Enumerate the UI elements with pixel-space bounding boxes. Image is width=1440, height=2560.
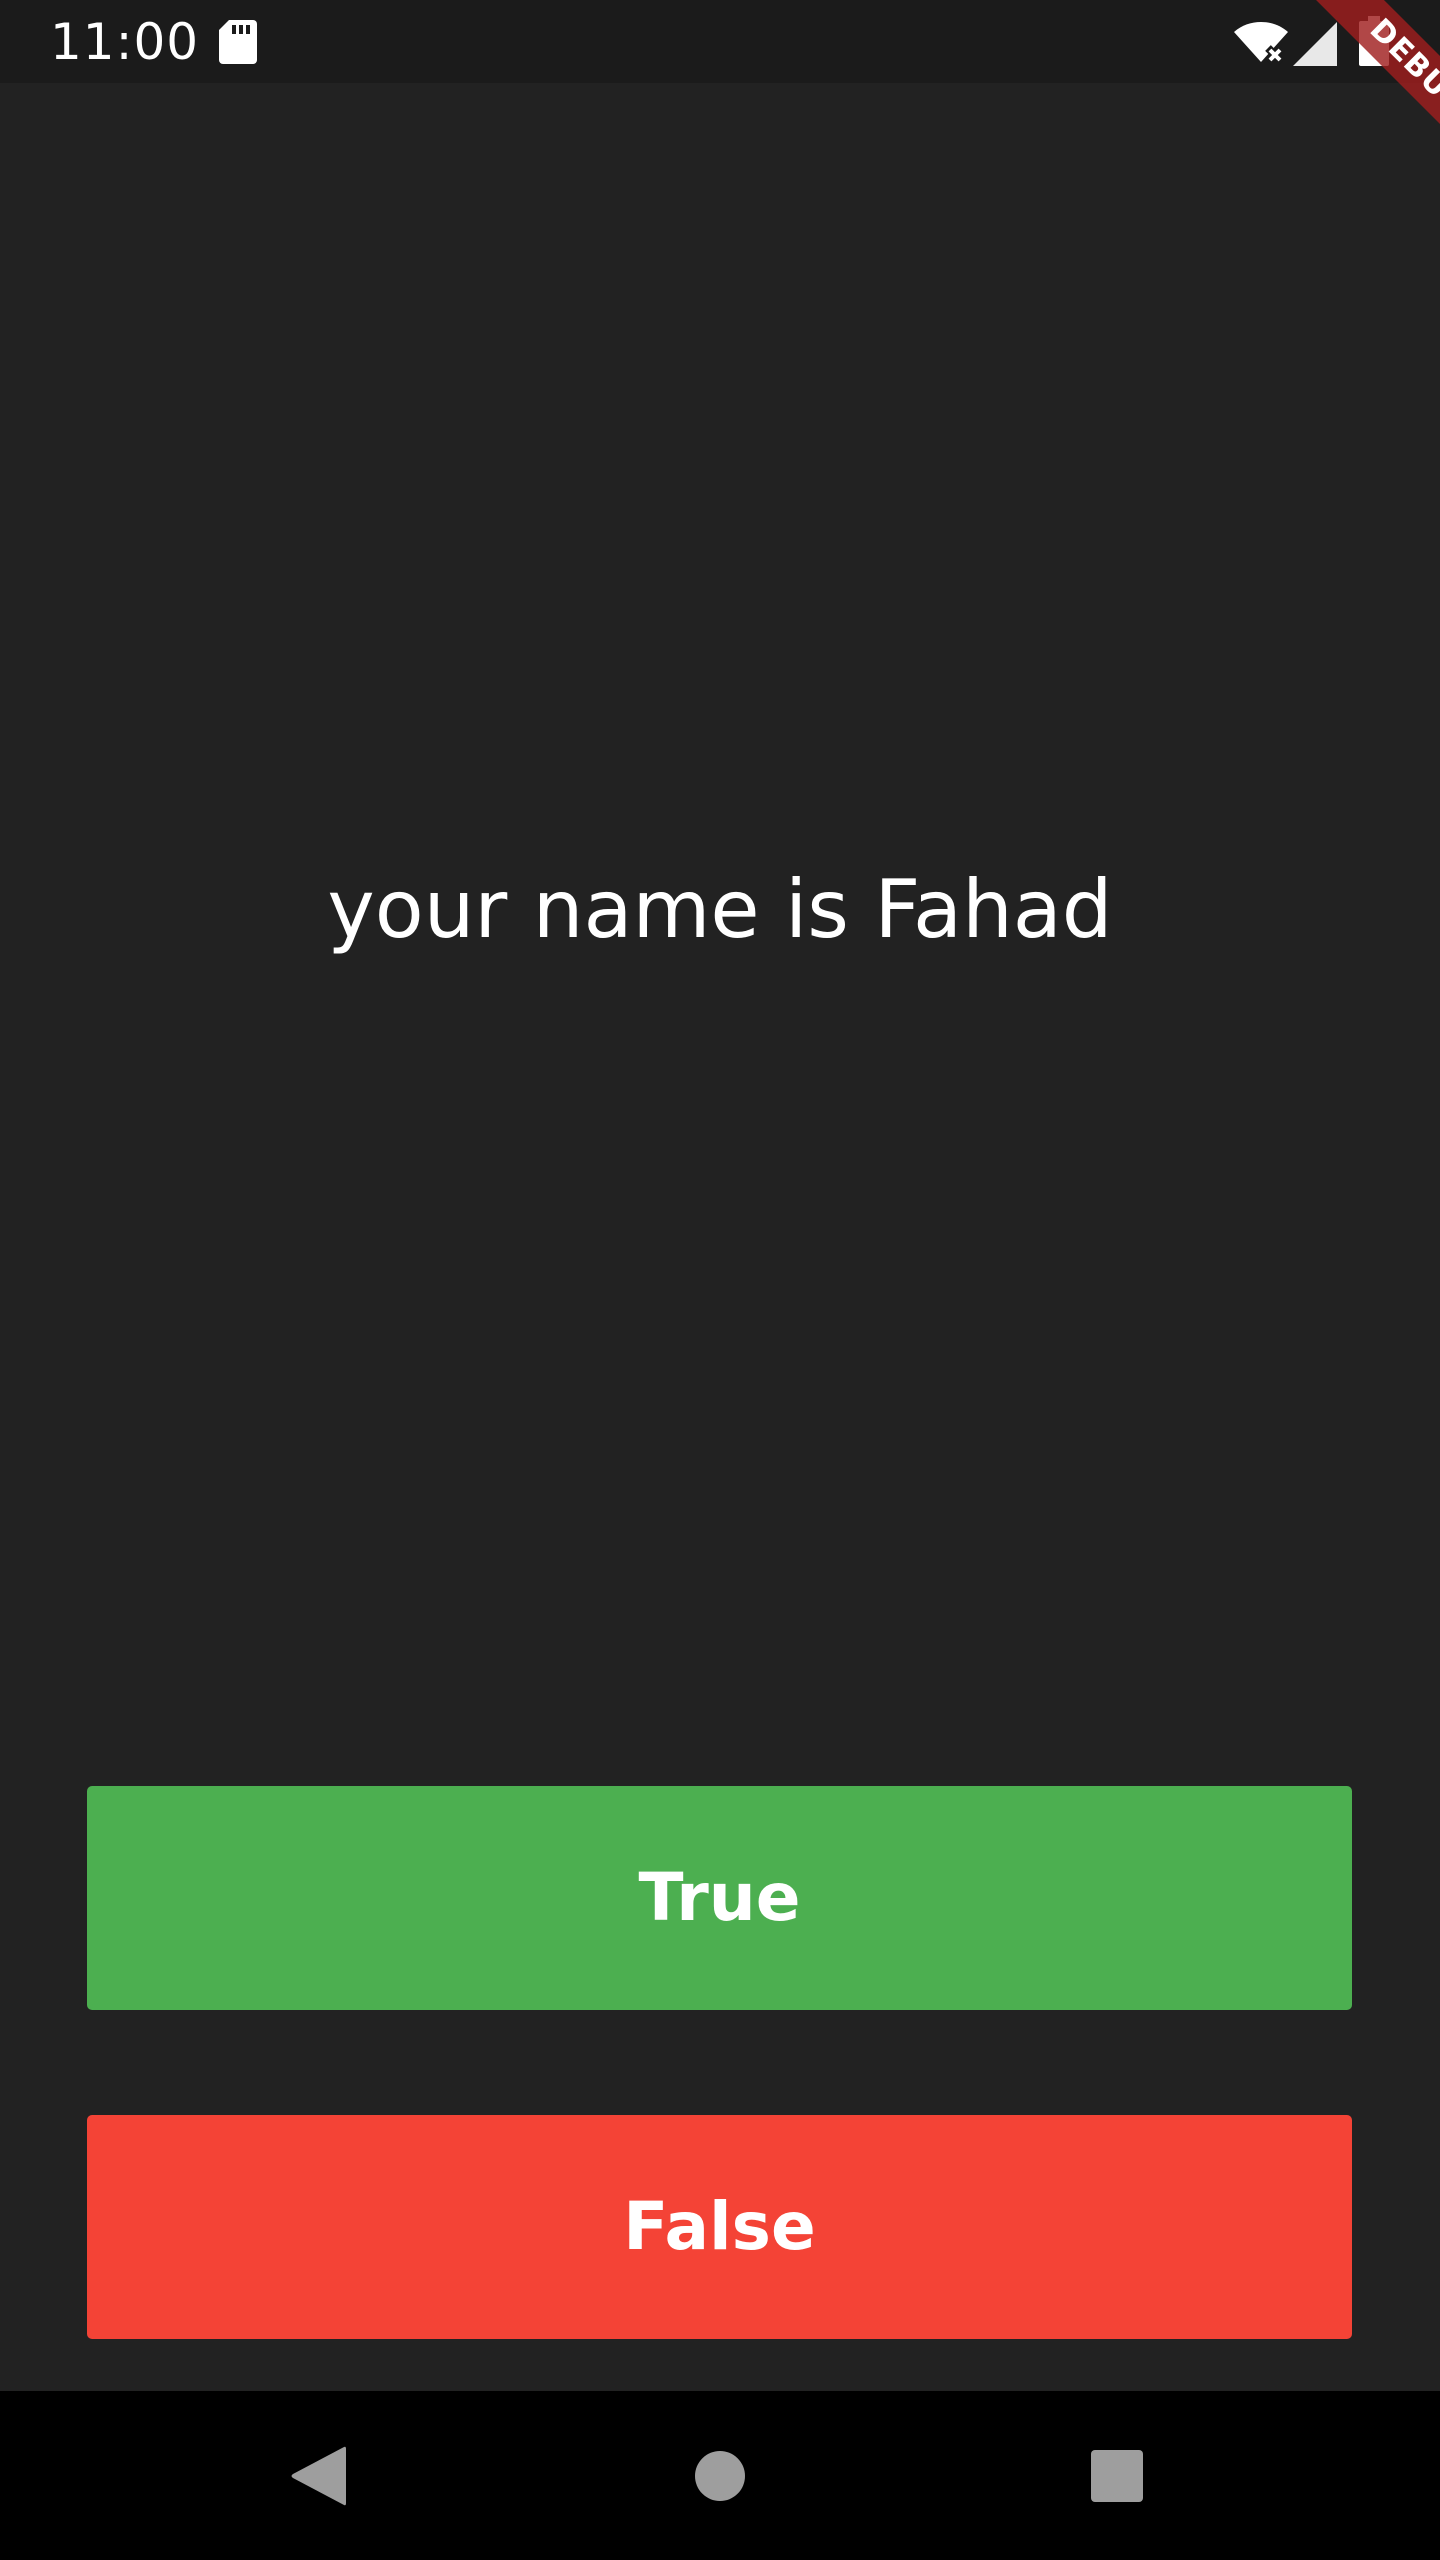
navigation-bar (0, 2391, 1440, 2560)
signal-icon (1293, 22, 1337, 66)
app-screen: 11:00 DEBUG your name is Fahad True Fals… (0, 0, 1440, 2560)
status-bar: 11:00 (0, 0, 1440, 83)
recents-icon[interactable] (1091, 2450, 1143, 2502)
wifi-off-icon (1234, 22, 1288, 65)
false-button[interactable]: False (87, 2115, 1352, 2339)
back-icon[interactable] (290, 2445, 346, 2507)
question-text: your name is Fahad (327, 863, 1113, 956)
home-icon[interactable] (694, 2450, 746, 2502)
battery-icon (1359, 16, 1389, 66)
status-time: 11:00 (50, 13, 200, 71)
true-button[interactable]: True (87, 1786, 1352, 2010)
true-button-label: True (638, 1859, 801, 1936)
sd-card-icon (219, 20, 257, 64)
false-button-label: False (623, 2188, 816, 2265)
